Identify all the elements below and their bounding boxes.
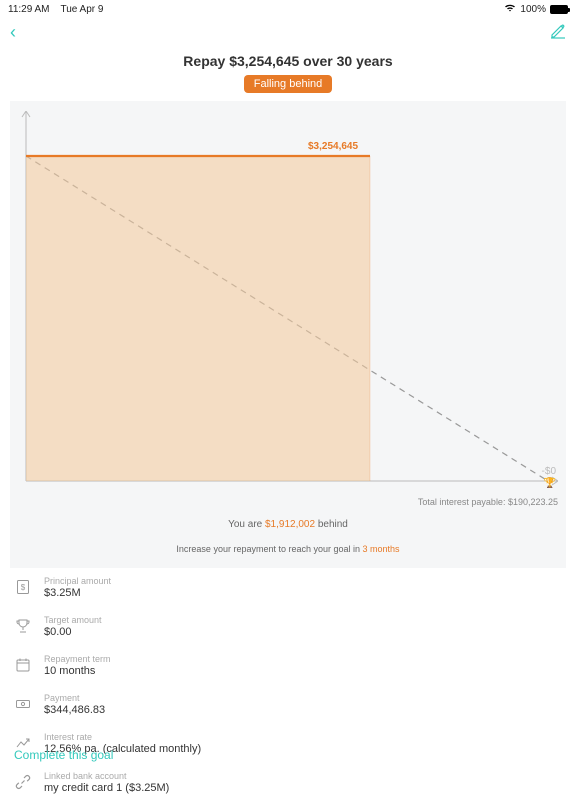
complete-goal-link[interactable]: Complete this goal	[14, 748, 113, 762]
detail-principal[interactable]: $ Principal amount $3.25M	[14, 568, 562, 607]
link-icon	[14, 773, 32, 791]
trophy-icon: 🏆	[544, 478, 556, 489]
total-interest-text: Total interest payable: $190,223.25	[18, 497, 558, 507]
calendar-icon	[14, 656, 32, 674]
details-list: $ Principal amount $3.25M Target amount …	[0, 568, 576, 802]
behind-text: You are $1,912,002 behind	[18, 519, 558, 530]
detail-value: $3.25M	[44, 587, 111, 599]
page-title: Repay $3,254,645 over 30 years	[0, 53, 576, 69]
increase-tip-text: Increase your repayment to reach your go…	[18, 544, 558, 554]
detail-value: 10 months	[44, 665, 111, 677]
status-badge: Falling behind	[244, 75, 333, 93]
status-time: 11:29 AM	[8, 4, 50, 15]
battery-icon	[550, 5, 568, 14]
detail-value: $344,486.83	[44, 704, 105, 716]
status-left: 11:29 AM Tue Apr 9	[8, 4, 103, 15]
chart-card: $3,254,645 -$0 🏆 Total interest payable:…	[10, 101, 566, 568]
back-button[interactable]: ‹	[10, 22, 16, 43]
detail-label: Target amount	[44, 615, 102, 625]
detail-payment[interactable]: Payment $344,486.83	[14, 685, 562, 724]
detail-label: Interest rate	[44, 732, 201, 742]
status-right: 100%	[504, 3, 568, 15]
edit-button[interactable]	[550, 23, 566, 42]
detail-label: Payment	[44, 693, 105, 703]
balance-chart: $3,254,645 -$0 🏆	[18, 111, 558, 491]
detail-label: Principal amount	[44, 576, 111, 586]
detail-value: $0.00	[44, 626, 102, 638]
cash-icon	[14, 695, 32, 713]
current-balance-label: $3,254,645	[308, 141, 358, 152]
status-date: Tue Apr 9	[60, 4, 103, 15]
detail-account[interactable]: Linked bank account my credit card 1 ($3…	[14, 763, 562, 802]
detail-target[interactable]: Target amount $0.00	[14, 607, 562, 646]
end-balance-label: -$0	[542, 466, 556, 477]
detail-label: Repayment term	[44, 654, 111, 664]
detail-value: my credit card 1 ($3.25M)	[44, 782, 169, 794]
nav-row: ‹	[0, 18, 576, 43]
trophy-outline-icon	[14, 617, 32, 635]
detail-term[interactable]: Repayment term 10 months	[14, 646, 562, 685]
wifi-icon	[504, 3, 516, 15]
detail-label: Linked bank account	[44, 771, 169, 781]
battery-percent: 100%	[520, 4, 546, 15]
dollar-doc-icon: $	[14, 578, 32, 596]
status-bar: 11:29 AM Tue Apr 9 100%	[0, 0, 576, 18]
svg-text:$: $	[21, 583, 26, 592]
